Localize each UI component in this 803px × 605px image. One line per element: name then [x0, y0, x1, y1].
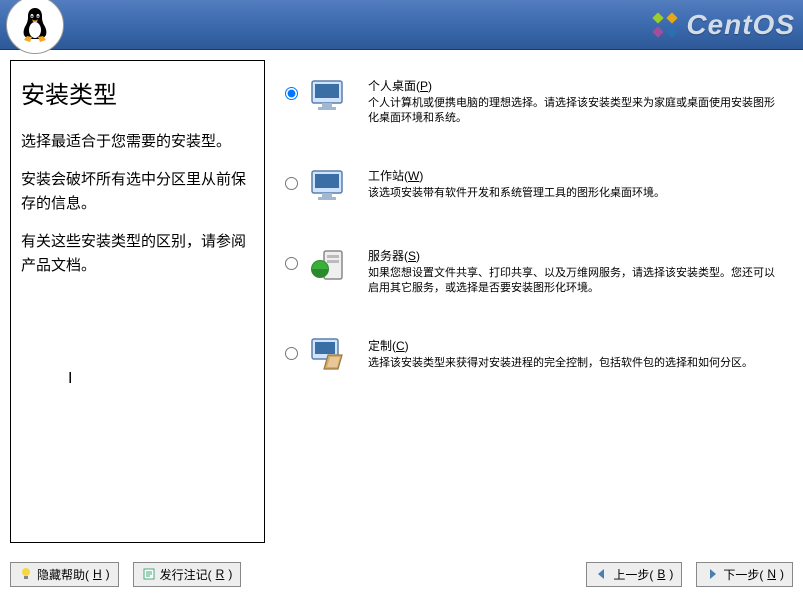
option-custom[interactable]: 定制(C) 选择该安装类型来获得对安装进程的完全控制，包括软件包的选择和如何分区… [279, 335, 785, 377]
back-button[interactable]: 上一步(B) [586, 562, 682, 587]
server-icon [308, 245, 350, 287]
arrow-left-icon [595, 567, 609, 581]
sidebar-para: 选择最适合于您需要的安装型。 [21, 130, 254, 154]
option-server-radio[interactable] [285, 257, 298, 270]
centos-icon [650, 10, 680, 40]
option-desc: 该选项安装带有软件开发和系统管理工具的图形化桌面环境。 [368, 186, 785, 201]
bulb-icon [19, 567, 33, 581]
option-custom-radio[interactable] [285, 347, 298, 360]
release-notes-button[interactable]: 发行注记(R) [133, 562, 242, 587]
content: 安装类型 选择最适合于您需要的安装型。 安装会破坏所有选中分区里从前保存的信息。… [0, 50, 803, 553]
option-desc: 个人计算机或便携电脑的理想选择。请选择该安装类型来为家庭或桌面使用安装图形化桌面… [368, 96, 785, 127]
brand-text: CentOS [686, 9, 795, 41]
option-workstation[interactable]: 工作站(W) 该选项安装带有软件开发和系统管理工具的图形化桌面环境。 [279, 165, 785, 207]
option-server[interactable]: 服务器(S) 如果您想设置文件共享、打印共享、以及万维网服务，请选择该安装类型。… [279, 245, 785, 297]
option-personal-desktop-radio[interactable] [285, 87, 298, 100]
sidebar-para: 安装会破坏所有选中分区里从前保存的信息。 [21, 168, 254, 216]
workstation-icon [308, 165, 350, 207]
option-desc: 如果您想设置文件共享、打印共享、以及万维网服务，请选择该安装类型。您还可以启用其… [368, 266, 785, 297]
help-sidebar: 安装类型 选择最适合于您需要的安装型。 安装会破坏所有选中分区里从前保存的信息。… [10, 60, 265, 543]
option-personal-desktop[interactable]: 个人桌面(P) 个人计算机或便携电脑的理想选择。请选择该安装类型来为家庭或桌面使… [279, 75, 785, 127]
option-title: 服务器(S) [368, 247, 785, 264]
tux-icon [19, 6, 51, 44]
option-title: 工作站(W) [368, 167, 785, 184]
text-cursor: I [68, 370, 72, 388]
option-workstation-radio[interactable] [285, 177, 298, 190]
notes-icon [142, 567, 156, 581]
sidebar-para: 有关这些安装类型的区别，请参阅产品文档。 [21, 230, 254, 278]
footer: 隐藏帮助(H) 发行注记(R) 上一步(B) 下一步(N) [0, 553, 803, 595]
sidebar-title: 安装类型 [21, 75, 254, 110]
arrow-right-icon [705, 567, 719, 581]
next-button[interactable]: 下一步(N) [696, 562, 793, 587]
distro-logo [6, 0, 64, 54]
option-title: 定制(C) [368, 337, 785, 354]
custom-icon [308, 335, 350, 377]
header: CentOS [0, 0, 803, 50]
desktop-icon [308, 75, 350, 117]
hide-help-button[interactable]: 隐藏帮助(H) [10, 562, 119, 587]
option-desc: 选择该安装类型来获得对安装进程的完全控制，包括软件包的选择和如何分区。 [368, 356, 785, 371]
option-title: 个人桌面(P) [368, 77, 785, 94]
centos-logo: CentOS [650, 9, 795, 41]
installation-options: 个人桌面(P) 个人计算机或便携电脑的理想选择。请选择该安装类型来为家庭或桌面使… [279, 60, 793, 543]
